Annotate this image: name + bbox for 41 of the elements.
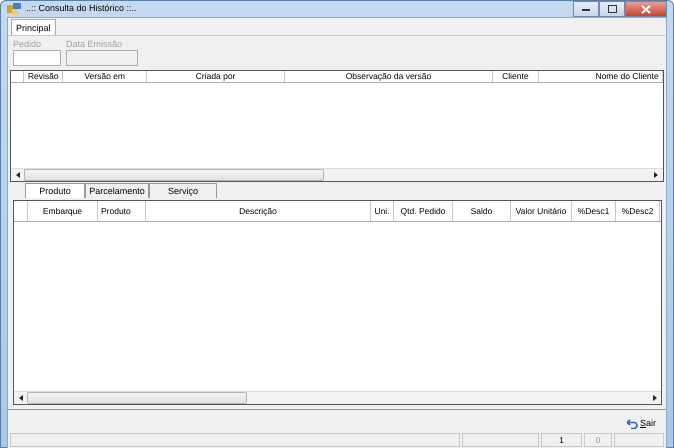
status-panel: 0 — [584, 433, 612, 447]
column-header[interactable]: Qtd. Pedido — [394, 201, 453, 221]
app-icon — [7, 3, 21, 15]
field-label: Data Emissão — [66, 39, 124, 50]
column-header[interactable]: Descrição — [146, 201, 371, 221]
tab[interactable]: Serviço — [149, 183, 217, 198]
scroll-left-icon[interactable] — [18, 395, 22, 401]
field-label: Pedido — [13, 39, 42, 50]
maximize-icon — [608, 5, 616, 13]
column-header[interactable]: Observação da versão — [285, 71, 493, 82]
minimize-button[interactable] — [573, 1, 599, 17]
minimize-icon — [582, 8, 590, 10]
scroll-right-icon[interactable] — [654, 172, 658, 178]
scroll-right-icon[interactable] — [652, 395, 656, 401]
column-header[interactable]: %Desc1 — [572, 201, 616, 221]
horizontal-scrollbar[interactable] — [11, 168, 663, 181]
column-header[interactable]: %Desc2 — [616, 201, 660, 221]
undo-arrow-icon — [626, 418, 638, 428]
maximize-button[interactable] — [599, 1, 625, 17]
exit-button[interactable]: Sair — [626, 416, 656, 431]
close-icon — [641, 4, 651, 14]
column-header[interactable]: Uni. — [371, 201, 394, 221]
tab[interactable]: Produto — [25, 183, 85, 198]
column-header[interactable]: Cliente — [492, 71, 539, 82]
column-header[interactable]: Embarque — [28, 201, 98, 221]
column-header[interactable]: Versão em — [63, 71, 148, 82]
close-button[interactable] — [625, 1, 667, 17]
column-header[interactable]: Criada por — [147, 71, 286, 82]
tab[interactable]: Principal — [11, 19, 56, 35]
column-header[interactable]: Saldo — [453, 201, 511, 221]
status-panel: 1 — [541, 433, 582, 447]
horizontal-scrollbar[interactable] — [14, 391, 661, 404]
status-panel — [614, 433, 664, 447]
window-title: ..:: Consulta do Histórico ::.. — [26, 2, 137, 16]
input-field[interactable] — [13, 50, 61, 66]
column-header[interactable]: Valor Unitário — [511, 201, 572, 221]
column-header[interactable]: Revisão — [24, 71, 64, 82]
column-header[interactable]: Nome do Cliente — [538, 71, 663, 82]
tab[interactable]: Parcelamento — [85, 183, 149, 198]
column-header[interactable]: Produto — [98, 201, 146, 221]
scroll-left-icon[interactable] — [16, 172, 20, 178]
